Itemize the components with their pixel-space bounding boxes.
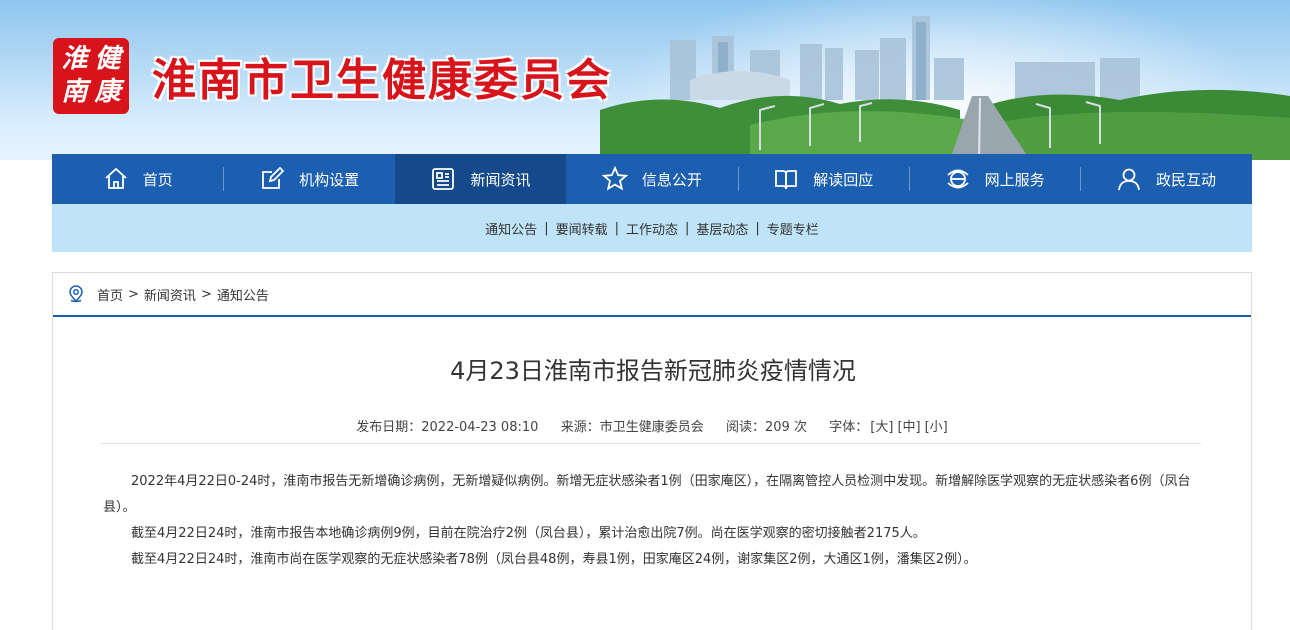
article-paragraph: 截至4月22日24时，淮南市尚在医学观察的无症状感染者78例（凤台县48例，寿县…: [131, 552, 977, 567]
nav-item-label: 政民互动: [1156, 170, 1217, 189]
breadcrumb-news[interactable]: 新闻资讯: [144, 285, 196, 304]
subnav-item-notices[interactable]: 通知公告: [485, 219, 537, 238]
article-meta: 发布日期：2022-04-23 08:10 来源：市卫生健康委员会 阅读：209…: [53, 416, 1253, 435]
breadcrumb: 首页 > 新闻资讯 > 通知公告: [53, 273, 1251, 317]
subnav-separator: |: [755, 220, 760, 236]
book-icon: [775, 170, 798, 190]
subnav-item-reprints[interactable]: 要闻转载: [556, 219, 608, 238]
views-count: 209: [765, 420, 790, 435]
star-icon: [601, 166, 628, 191]
article-body: 2022年4月22日0-24时，淮南市报告无新增确诊病例，无新增疑似病例。新增无…: [103, 469, 1203, 573]
font-large-button[interactable]: [大]: [870, 420, 893, 435]
subnav-separator: |: [685, 220, 690, 236]
font-small-button[interactable]: [小]: [925, 420, 948, 435]
subnav-separator: |: [544, 220, 549, 236]
globe-icon: [947, 169, 969, 189]
seal-char: 康: [94, 77, 121, 107]
source-value: 市卫生健康委员会: [599, 420, 704, 435]
main-nav: 首页 机构设置 新闻资讯 信息公开 解读回应 网上服务 政民互动: [52, 154, 1252, 204]
nav-item-online-service[interactable]: 网上服务: [908, 154, 1080, 204]
nav-item-interpretation[interactable]: 解读回应: [737, 154, 909, 204]
breadcrumb-home[interactable]: 首页: [97, 285, 123, 304]
nav-item-organization[interactable]: 机构设置: [223, 154, 394, 204]
site-title: 淮南市卫生健康委员会: [152, 55, 612, 106]
nav-item-home[interactable]: 首页: [52, 154, 223, 204]
logo-seal: 淮 健 南 康: [53, 38, 129, 114]
home-icon: [105, 167, 127, 189]
breadcrumb-separator: >: [200, 286, 212, 302]
subnav-item-work-news[interactable]: 工作动态: [626, 219, 678, 238]
breadcrumb-separator: >: [128, 286, 139, 302]
source-label: 来源：: [560, 420, 600, 435]
article-title: 4月23日淮南市报告新冠肺炎疫情情况: [450, 357, 856, 385]
location-pin-icon: [69, 285, 83, 303]
font-size-label: 字体：: [829, 420, 869, 435]
nav-item-label: 机构设置: [299, 170, 360, 189]
nav-item-label: 解读回应: [813, 170, 874, 189]
nav-item-news[interactable]: 新闻资讯: [394, 154, 567, 204]
nav-item-label: 信息公开: [641, 170, 702, 189]
nav-item-interaction[interactable]: 政民互动: [1080, 154, 1251, 204]
edit-icon: [262, 166, 285, 189]
sub-nav: 通知公告 | 要闻转载 | 工作动态 | 基层动态 | 专题专栏: [52, 204, 1252, 252]
article-container: 首页 > 新闻资讯 > 通知公告 4月23日淮南市报告新冠肺炎疫情情况 发布日期…: [52, 272, 1252, 630]
article-paragraph: 截至4月22日24时，淮南市报告本地确诊病例9例，目前在院治疗2例（凤台县），累…: [131, 526, 926, 541]
news-icon: [432, 168, 455, 190]
nav-item-label: 新闻资讯: [470, 170, 531, 189]
nav-item-label: 首页: [142, 170, 173, 189]
publish-date-label: 发布日期：: [356, 420, 422, 435]
article-paragraph: 2022年4月22日0-24时，淮南市报告无新增确诊病例，无新增疑似病例。新增无…: [103, 474, 1191, 515]
city-skyline-image: [600, 16, 1290, 160]
meta-divider: [101, 443, 1201, 444]
seal-char: 健: [94, 44, 121, 74]
nav-item-info-disclosure[interactable]: 信息公开: [566, 154, 737, 204]
publish-date: 2022-04-23 08:10: [421, 420, 539, 435]
subnav-item-topics[interactable]: 专题专栏: [767, 219, 819, 238]
subnav-item-grassroots[interactable]: 基层动态: [696, 219, 748, 238]
views-unit: 次: [793, 420, 807, 435]
breadcrumb-notices[interactable]: 通知公告: [217, 285, 269, 304]
user-icon: [1118, 168, 1140, 191]
seal-char: 南: [61, 77, 88, 107]
subnav-separator: |: [614, 220, 619, 236]
views-label: 阅读：: [726, 420, 766, 435]
header-banner: 淮 健 南 康 淮南市卫生健康委员会: [0, 0, 1290, 160]
font-medium-button[interactable]: [中]: [897, 420, 920, 435]
nav-item-label: 网上服务: [984, 170, 1045, 189]
seal-char: 淮: [61, 44, 88, 74]
